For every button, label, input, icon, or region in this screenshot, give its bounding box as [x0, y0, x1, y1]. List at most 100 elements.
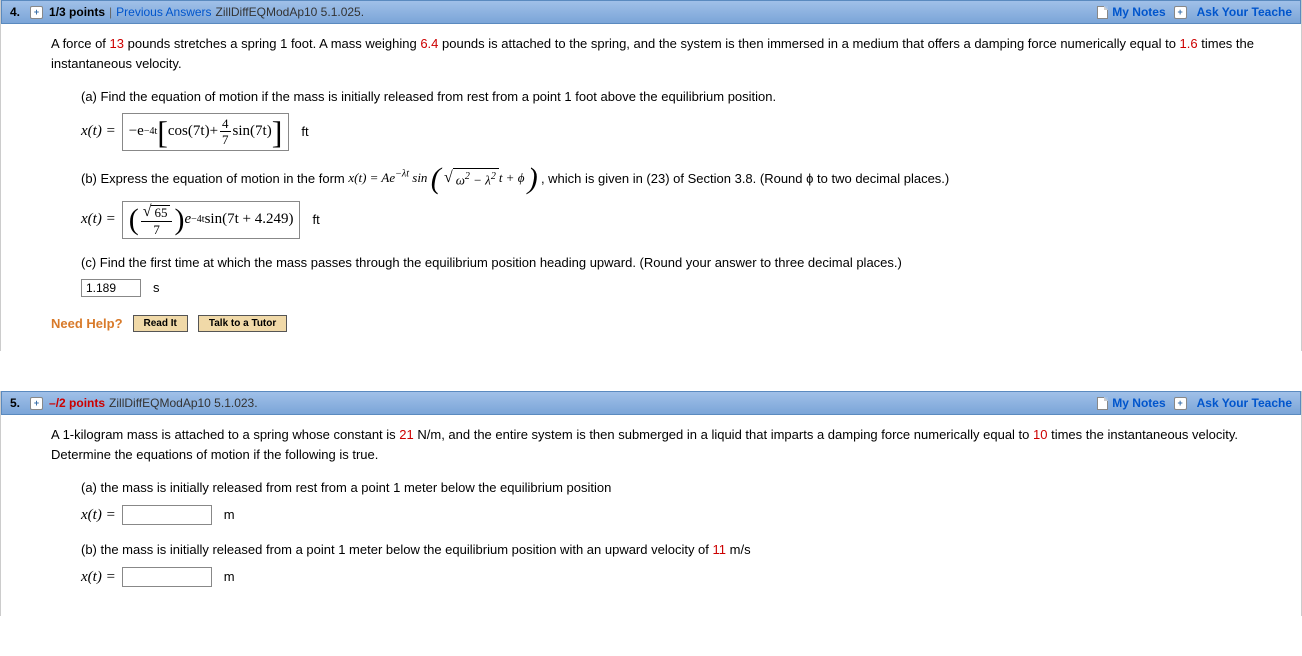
- my-notes-link[interactable]: My Notes: [1097, 396, 1165, 410]
- exponent: −4t: [191, 212, 204, 227]
- value-highlight: 13: [110, 36, 124, 51]
- text: pounds is attached to the spring, and th…: [438, 36, 1179, 51]
- need-help-label: Need Help?: [51, 314, 123, 334]
- plus: +: [210, 120, 218, 143]
- part-b-answer: x(t) = ( √65 7 ) e−4tsin (7t + 4.249) ft: [81, 201, 1281, 239]
- text: , which is given in (23) of Section 3.8.…: [541, 170, 949, 185]
- numerator: 4: [220, 117, 231, 132]
- read-it-button[interactable]: Read It: [133, 315, 188, 332]
- my-notes-link[interactable]: My Notes: [1097, 5, 1165, 19]
- inline-formula: x(t) = Ae−λt sin ( √ω2 − λ2t + ϕ ): [348, 170, 541, 185]
- expand-icon[interactable]: +: [30, 6, 43, 19]
- xt-label: x(t) =: [81, 566, 116, 589]
- source-label: ZillDiffEQModAp10 5.1.025.: [216, 5, 365, 19]
- part-b-answer: x(t) = m: [81, 566, 1281, 589]
- expand-icon: +: [1174, 397, 1187, 410]
- xt-eq: x(t) = Ae: [348, 170, 395, 185]
- question-number: 5.: [10, 396, 20, 410]
- unit-ft: ft: [312, 210, 319, 230]
- my-notes-label: My Notes: [1112, 396, 1165, 410]
- ask-teacher-link[interactable]: + Ask Your Teache: [1174, 396, 1292, 410]
- xt-label: x(t) =: [81, 208, 116, 231]
- question-header: 5. + –/2 points ZillDiffEQModAp10 5.1.02…: [1, 391, 1301, 415]
- note-icon: [1097, 6, 1108, 19]
- answer-input-c[interactable]: [81, 279, 141, 297]
- sin: sin: [409, 170, 427, 185]
- part-b-prompt: (b) the mass is initially released from …: [81, 540, 1281, 560]
- paren-right: ): [174, 205, 184, 235]
- paren-left: (: [129, 205, 139, 235]
- part-a-prompt: (a) Find the equation of motion if the m…: [81, 87, 1281, 107]
- value-highlight: 11: [713, 542, 727, 557]
- question-4: 4. + 1/3 points | Previous Answers ZillD…: [0, 0, 1302, 351]
- xt-label: x(t) =: [81, 504, 116, 527]
- xt-label: x(t) =: [81, 120, 116, 143]
- denominator: 7: [153, 222, 160, 236]
- ask-teacher-link[interactable]: + Ask Your Teache: [1174, 5, 1292, 19]
- previous-answers-link[interactable]: Previous Answers: [116, 5, 211, 19]
- separator: |: [109, 5, 112, 19]
- expand-icon: +: [1174, 6, 1187, 19]
- part-b-prompt: (b) Express the equation of motion in th…: [81, 165, 1281, 195]
- points-label: 1/3 points: [49, 5, 105, 19]
- value-highlight: 1.6: [1180, 36, 1198, 51]
- question-prompt: A force of 13 pounds stretches a spring …: [51, 34, 1281, 73]
- part-c-prompt: (c) Find the first time at which the mas…: [81, 253, 1281, 273]
- text: m/s: [726, 542, 751, 557]
- question-5: 5. + –/2 points ZillDiffEQModAp10 5.1.02…: [0, 391, 1302, 616]
- minus: − λ: [470, 172, 491, 187]
- omega: ω: [456, 172, 465, 187]
- exponent: −λt: [395, 169, 409, 180]
- fraction: 47: [220, 117, 231, 146]
- expand-icon[interactable]: +: [30, 397, 43, 410]
- t-plus-phi: t + ϕ: [499, 170, 525, 185]
- text: A force of: [51, 36, 110, 51]
- bracket-left: [: [157, 116, 168, 148]
- unit-m: m: [224, 567, 235, 587]
- seven-t: 7t: [255, 120, 267, 143]
- value-highlight: 6.4: [420, 36, 438, 51]
- question-body: A 1-kilogram mass is attached to a sprin…: [1, 415, 1301, 616]
- value-highlight: 10: [1033, 427, 1047, 442]
- answer-input-a[interactable]: [122, 505, 212, 525]
- paren-left: (: [431, 163, 441, 196]
- sqrt-val: 65: [151, 205, 170, 219]
- sin: sin: [233, 120, 251, 143]
- exponent: −4t: [144, 124, 157, 139]
- bracket-right: ]: [272, 116, 283, 148]
- denominator: 7: [222, 132, 229, 146]
- seven-t: 7t: [193, 120, 205, 143]
- ask-teacher-label: Ask Your Teache: [1197, 396, 1292, 410]
- fraction: √65 7: [141, 204, 173, 236]
- part-c-answer: s: [81, 278, 1281, 298]
- value-highlight: 21: [399, 427, 413, 442]
- answer-box-b[interactable]: ( √65 7 ) e−4tsin (7t + 4.249): [122, 201, 301, 239]
- need-help-row: Need Help? Read It Talk to a Tutor: [51, 314, 1281, 334]
- my-notes-label: My Notes: [1112, 5, 1165, 19]
- text: pounds stretches a spring 1 foot. A mass…: [124, 36, 420, 51]
- sin: sin: [205, 208, 223, 231]
- answer-box-a[interactable]: −e−4t [ cos(7t) + 47 sin(7t) ]: [122, 113, 290, 151]
- neg-e: −e: [129, 120, 144, 143]
- text: A 1-kilogram mass is attached to a sprin…: [51, 427, 399, 442]
- question-prompt: A 1-kilogram mass is attached to a sprin…: [51, 425, 1281, 464]
- question-header: 4. + 1/3 points | Previous Answers ZillD…: [1, 0, 1301, 24]
- unit-ft: ft: [301, 122, 308, 142]
- unit-m: m: [224, 505, 235, 525]
- text: N/m, and the entire system is then subme…: [414, 427, 1033, 442]
- question-body: A force of 13 pounds stretches a spring …: [1, 24, 1301, 351]
- cos: cos: [168, 120, 188, 143]
- sqrt: √ω2 − λ2: [444, 166, 499, 190]
- part-a-prompt: (a) the mass is initially released from …: [81, 478, 1281, 498]
- text: (b) Express the equation of motion in th…: [81, 170, 348, 185]
- text: (b) the mass is initially released from …: [81, 542, 713, 557]
- sqrt: √65: [143, 204, 171, 220]
- ask-teacher-label: Ask Your Teache: [1197, 5, 1292, 19]
- source-label: ZillDiffEQModAp10 5.1.023.: [109, 396, 258, 410]
- sq: 2: [491, 171, 496, 182]
- answer-input-b[interactable]: [122, 567, 212, 587]
- talk-tutor-button[interactable]: Talk to a Tutor: [198, 315, 287, 332]
- inner: 7t + 4.249: [227, 208, 288, 231]
- part-a-answer: x(t) = −e−4t [ cos(7t) + 47 sin(7t) ] ft: [81, 113, 1281, 151]
- part-a-answer: x(t) = m: [81, 504, 1281, 527]
